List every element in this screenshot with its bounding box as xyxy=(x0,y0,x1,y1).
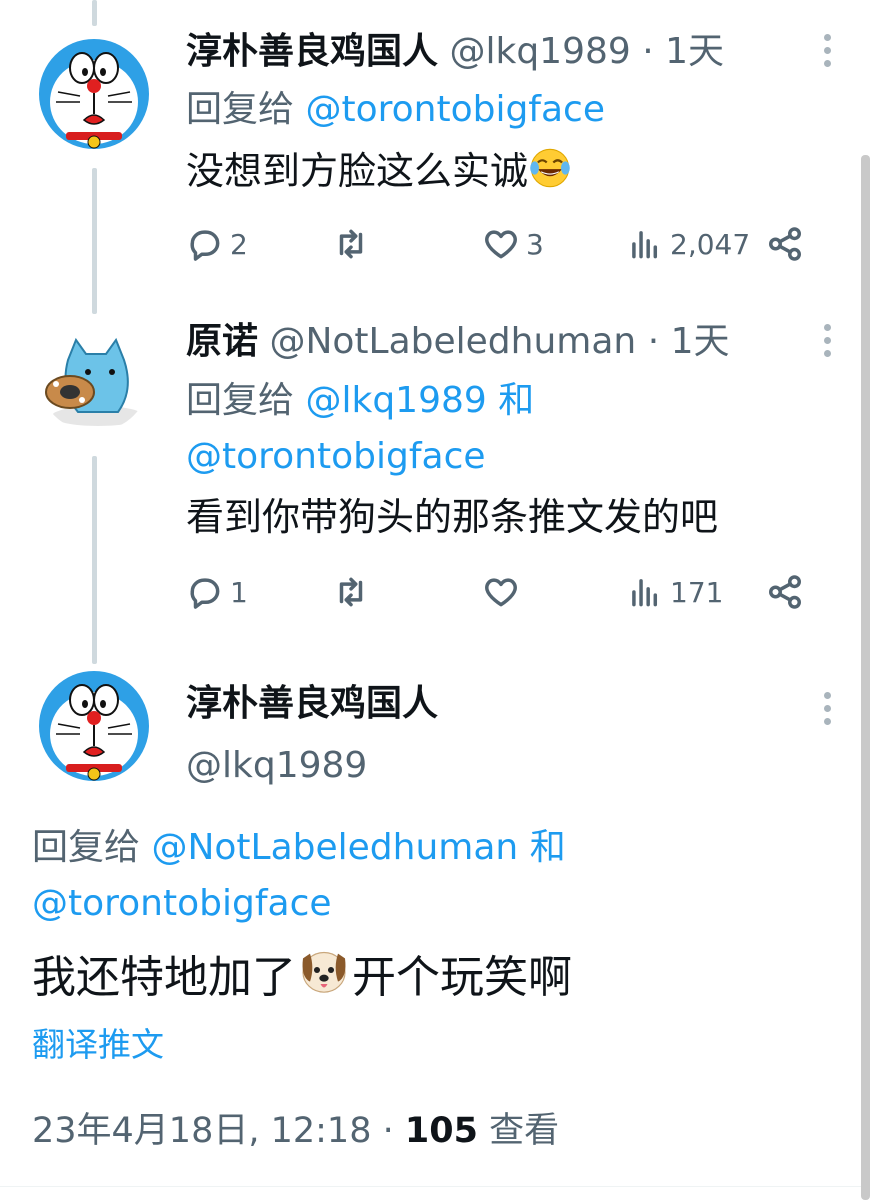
tweet2-mention-1[interactable]: @lkq1989 xyxy=(305,380,486,421)
focus-timestamp-row: 23年4月18日, 12:18 · 105 查看 xyxy=(32,1106,559,1156)
tweet2-reply-and: 和 xyxy=(498,380,535,421)
tweet1-header: 淳朴善良鸡国人 @lkq1989 · 1天 xyxy=(186,30,724,74)
divider xyxy=(0,1186,870,1187)
tweet2-mention-2[interactable]: @torontobigface xyxy=(186,436,486,477)
avatar-cat-bus[interactable] xyxy=(38,320,150,432)
tweet2-body: 看到你带狗头的那条推文发的吧 xyxy=(186,495,719,539)
tweet1-reply-button[interactable]: 2 xyxy=(186,222,248,266)
focus-handle[interactable]: @lkq1989 xyxy=(186,742,367,790)
focus-mention-1[interactable]: @NotLabeledhuman xyxy=(151,827,518,868)
tweet1-reply-context: 回复给 @torontobigface xyxy=(186,82,605,138)
tweet1-handle[interactable]: @lkq1989 xyxy=(449,31,630,72)
focus-more-icon[interactable] xyxy=(824,692,834,731)
tweet1-actions: 2 3 2,047 xyxy=(186,222,816,266)
share-icon xyxy=(769,575,801,609)
tweet1-sep: · xyxy=(642,31,654,72)
tweet2-share-button[interactable] xyxy=(766,570,804,614)
focus-display-name[interactable]: 淳朴善良鸡国人 xyxy=(186,680,438,728)
tweet1-view-count: 2,047 xyxy=(670,227,751,261)
thread-line-1 xyxy=(92,168,97,314)
doraemon-avatar-image xyxy=(38,670,150,782)
tweet2-reply-context-line2: @torontobigface xyxy=(186,429,486,485)
tweet2-views-button[interactable]: 171 xyxy=(626,570,723,614)
reply-icon xyxy=(190,230,220,261)
thread-line-2 xyxy=(92,456,97,664)
tweet1-display-name[interactable]: 淳朴善良鸡国人 xyxy=(186,31,438,72)
avatar-doraemon-focus[interactable] xyxy=(38,670,150,782)
tweet1-share-button[interactable] xyxy=(766,222,804,266)
tweet2-reply-count: 1 xyxy=(230,575,248,609)
tweet2-sep: · xyxy=(647,321,660,362)
focus-reply-context-line1: 回复给 @NotLabeledhuman 和 xyxy=(32,820,566,876)
tweet2-reply-context-line1: 回复给 @lkq1989 和 xyxy=(186,373,534,429)
reply-icon xyxy=(190,578,220,609)
tweet1-mention[interactable]: @torontobigface xyxy=(305,89,605,130)
tweet2-view-count: 171 xyxy=(670,575,724,609)
tweet1-reply-count: 2 xyxy=(230,227,248,261)
share-icon xyxy=(769,227,801,261)
tweet1-views-button[interactable]: 2,047 xyxy=(626,222,750,266)
tweet2-more-icon[interactable] xyxy=(824,324,834,363)
retweet-icon xyxy=(339,577,363,607)
focus-reply-and: 和 xyxy=(529,827,566,868)
focus-body: 我还特地加了 开个玩笑啊 xyxy=(32,942,572,1014)
heart-icon xyxy=(485,230,517,259)
dog-face-emoji-icon xyxy=(296,942,352,1014)
focus-views-label[interactable]: 查看 xyxy=(489,1111,559,1151)
avatar-doraemon[interactable] xyxy=(38,38,150,150)
tweet1-time[interactable]: 1天 xyxy=(665,31,724,72)
doraemon-avatar-image xyxy=(38,38,150,150)
tweet2-actions: 1 171 xyxy=(186,570,816,614)
scrollbar[interactable] xyxy=(861,155,870,1200)
tweet2-like-button[interactable] xyxy=(482,570,520,614)
focus-reply-context-line2: @torontobigface xyxy=(32,876,332,932)
views-chart-icon xyxy=(632,579,658,607)
tweet2-handle[interactable]: @NotLabeledhuman xyxy=(269,321,636,362)
tweet2-reply-button[interactable]: 1 xyxy=(186,570,248,614)
tweet1-body: 没想到方脸这么实诚 xyxy=(186,143,572,205)
retweet-icon xyxy=(339,229,363,259)
focus-body-after: 开个玩笑啊 xyxy=(352,952,572,1003)
tweet1-reply-prefix: 回复给 xyxy=(186,89,295,130)
thread-line-top xyxy=(92,0,97,26)
focus-body-before: 我还特地加了 xyxy=(32,952,296,1003)
views-chart-icon xyxy=(632,231,658,259)
tweet1-more-icon[interactable] xyxy=(824,34,834,73)
tweet1-like-count: 3 xyxy=(526,227,544,261)
focus-views-count: 105 xyxy=(404,1111,478,1151)
focus-reply-prefix: 回复给 xyxy=(32,827,141,868)
tweet2-time[interactable]: 1天 xyxy=(671,321,730,362)
tweet1-like-button[interactable]: 3 xyxy=(482,222,544,266)
tweet2-retweet-button[interactable] xyxy=(332,570,370,614)
focus-timestamp[interactable]: 23年4月18日, 12:18 xyxy=(32,1111,371,1151)
focus-timestamp-sep: · xyxy=(382,1111,394,1151)
tweet1-retweet-button[interactable] xyxy=(332,222,370,266)
tweet2-display-name[interactable]: 原诺 xyxy=(186,321,258,362)
translate-tweet-link[interactable]: 翻译推文 xyxy=(32,1022,164,1068)
focus-mention-2[interactable]: @torontobigface xyxy=(32,883,332,924)
heart-icon xyxy=(485,578,517,607)
tweet2-header: 原诺 @NotLabeledhuman · 1天 xyxy=(186,320,730,364)
laughing-tears-emoji-icon xyxy=(528,146,572,205)
tweet1-body-text: 没想到方脸这么实诚 xyxy=(186,149,529,193)
cat-character-avatar-image xyxy=(38,320,150,432)
tweet2-reply-prefix: 回复给 xyxy=(186,380,295,421)
